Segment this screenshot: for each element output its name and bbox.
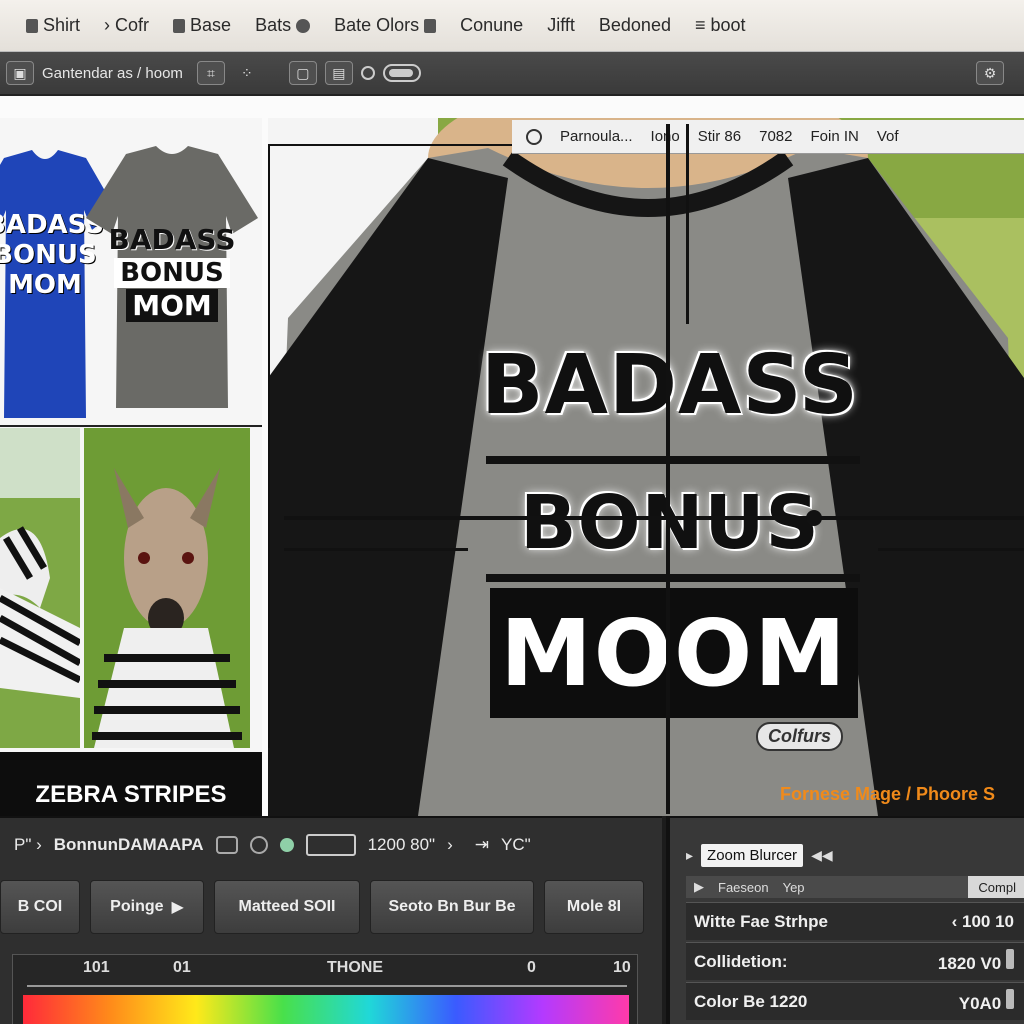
mask-icon[interactable] xyxy=(305,834,356,856)
gradient-ruler[interactable]: 101 01 THONE 0 10 xyxy=(12,954,638,1024)
guide-line-horizontal[interactable] xyxy=(284,548,468,551)
size-value[interactable]: 1200 80" xyxy=(368,835,436,855)
print-text-box[interactable]: MOOM xyxy=(490,588,858,718)
properties-panel-right: ▸ Zoom Blurcer ◀◀ ▶ Faeseon Yep Compl Wi… xyxy=(666,816,1024,1024)
property-row-color[interactable]: Color Be 1220 Y0A0 xyxy=(686,982,1024,1020)
print-divider xyxy=(486,456,860,464)
menu-item-base[interactable]: Base xyxy=(161,0,243,51)
menu-bar: Shirt › Cofr Base Bats Bate Olors Conune … xyxy=(0,0,1024,52)
shirt-print-line: BADASS xyxy=(108,223,236,256)
menu-item-bedoned[interactable]: Bedoned xyxy=(587,0,683,51)
layer-icon[interactable]: ▤ xyxy=(324,61,353,85)
info-item[interactable]: Vof xyxy=(877,128,899,145)
menu-lines-icon: ≡ xyxy=(694,15,706,35)
property-row-collision[interactable]: Collidetion: 1820 V0 xyxy=(686,942,1024,980)
design-gallery: BADASS BONUS MOM BADASS BONUS MOM xyxy=(0,118,262,838)
properties-panel-left: P" › BonnunDAMAAPA 1200 80" › ⇥ YC" B CO… xyxy=(0,816,662,1024)
sub-header: ▶ Faeseon Yep Compl xyxy=(686,876,1024,898)
zebra-image xyxy=(0,428,80,748)
menu-item-conune[interactable]: Conune xyxy=(448,0,535,51)
shirt-print-line: BONUS xyxy=(86,258,258,288)
guide-line-horizontal[interactable] xyxy=(878,548,1024,551)
image-icon[interactable]: ▣ xyxy=(6,61,34,85)
mode-value[interactable]: YC" xyxy=(501,835,531,855)
link-icon[interactable] xyxy=(215,836,238,854)
menu-item-cofr[interactable]: › Cofr xyxy=(92,0,161,51)
property-row-stripe[interactable]: Witte Fae Strhpe ‹ 100 10 xyxy=(686,902,1024,940)
menu-item-bate-olors[interactable]: Bate Olors xyxy=(322,0,448,51)
export-icon[interactable]: ⇥ xyxy=(475,835,489,855)
toggle-switch[interactable] xyxy=(382,64,421,82)
layer-name[interactable]: BonnunDAMAAPA xyxy=(54,835,204,855)
rewind-icon[interactable]: ◀◀ xyxy=(811,847,833,864)
print-text-line1[interactable]: BADASS xyxy=(480,338,860,433)
pilcrow-icon[interactable]: P" › xyxy=(14,835,42,855)
button-bcol[interactable]: B COI xyxy=(0,880,80,934)
menu-item-boot[interactable]: ≡ boot xyxy=(683,0,758,51)
panel-header-row: P" › BonnunDAMAAPA 1200 80" › ⇥ YC" xyxy=(14,834,531,856)
print-divider xyxy=(486,574,860,582)
print-text-line2[interactable]: BONUS xyxy=(480,480,860,566)
menu-item-bats[interactable]: Bats xyxy=(243,0,322,51)
grid-icon xyxy=(173,18,186,33)
slider-handle[interactable] xyxy=(1006,949,1014,969)
slider-handle[interactable] xyxy=(1006,989,1014,1009)
toolbar: ▣ Gantendar as / hoom ⌗ ⁘ ▢ ▤ ⚙ xyxy=(0,52,1024,96)
guide-line-horizontal[interactable] xyxy=(284,516,1024,520)
guide-line-vertical[interactable] xyxy=(666,124,670,814)
shirt-thumbnail-gray[interactable]: BADASS BONUS MOM xyxy=(86,146,258,414)
info-item[interactable]: 7082 xyxy=(759,128,792,145)
dots-icon[interactable]: ⁘ xyxy=(233,61,261,85)
print-text-line3: MOOM xyxy=(500,599,848,707)
color-wheel-icon xyxy=(296,18,311,33)
button-mole[interactable]: Mole 8I xyxy=(544,880,644,934)
zebra-image xyxy=(84,428,250,748)
info-item[interactable]: Parnoula... xyxy=(560,128,633,145)
button-seoto[interactable]: Seoto Bn Bur Be xyxy=(370,880,534,934)
crop-icon[interactable]: ⌗ xyxy=(196,61,225,85)
ruler-labels: 101 01 THONE 0 10 xyxy=(83,959,631,976)
preview-info-bar: Parnoula... Iono Stir 86 7082 Foin IN Vo… xyxy=(512,120,1024,154)
guide-line-vertical[interactable] xyxy=(686,124,689,324)
tab-zoom[interactable]: ▸ Zoom Blurcer ◀◀ xyxy=(686,844,833,867)
chevron-right-icon: › xyxy=(104,15,111,35)
brand-tag: Colfurs xyxy=(756,722,843,751)
action-buttons: B COI Poinge ▶ Matteed SOII Seoto Bn Bur … xyxy=(0,880,662,934)
target-icon[interactable] xyxy=(249,836,268,854)
toolbar-title: Gantendar as / hoom xyxy=(42,64,183,82)
divider xyxy=(0,425,262,427)
shirt-print-line: MOM xyxy=(86,289,258,322)
guide-handle[interactable] xyxy=(806,510,822,526)
play-icon[interactable]: ▶ xyxy=(694,879,704,895)
zebra-photo-left[interactable] xyxy=(0,428,80,748)
color-gradient-bar[interactable] xyxy=(23,995,629,1024)
zebra-photo-right[interactable] xyxy=(84,428,250,748)
chevron-left-icon: ‹ xyxy=(951,911,962,931)
info-item[interactable]: Foin IN xyxy=(810,128,858,145)
watermark-text: Fornese Mage / Phoore S xyxy=(780,784,996,804)
chevron-right-icon[interactable]: › xyxy=(447,835,453,855)
guide-line-horizontal[interactable] xyxy=(268,144,512,146)
frame-icon[interactable]: ▢ xyxy=(288,61,317,85)
circle-icon[interactable] xyxy=(360,66,375,80)
swatch-icon xyxy=(424,18,437,33)
file-icon xyxy=(26,18,38,33)
complete-button[interactable]: Compl xyxy=(968,876,1024,898)
settings-icon[interactable]: ⚙ xyxy=(976,61,1004,85)
menu-item-shirt[interactable]: Shirt xyxy=(14,0,92,51)
menu-item-jifft[interactable]: Jifft xyxy=(535,0,587,51)
guide-line-vertical[interactable] xyxy=(268,144,270,748)
status-dot[interactable] xyxy=(279,838,294,852)
button-poinge[interactable]: Poinge ▶ xyxy=(90,880,204,934)
clock-icon xyxy=(526,128,542,145)
info-item[interactable]: Stir 86 xyxy=(698,128,741,145)
ruler-track xyxy=(27,985,627,987)
chevron-right-icon: ▸ xyxy=(686,847,694,863)
play-icon: ▶ xyxy=(171,899,184,916)
button-matteed[interactable]: Matteed SOII xyxy=(214,880,360,934)
